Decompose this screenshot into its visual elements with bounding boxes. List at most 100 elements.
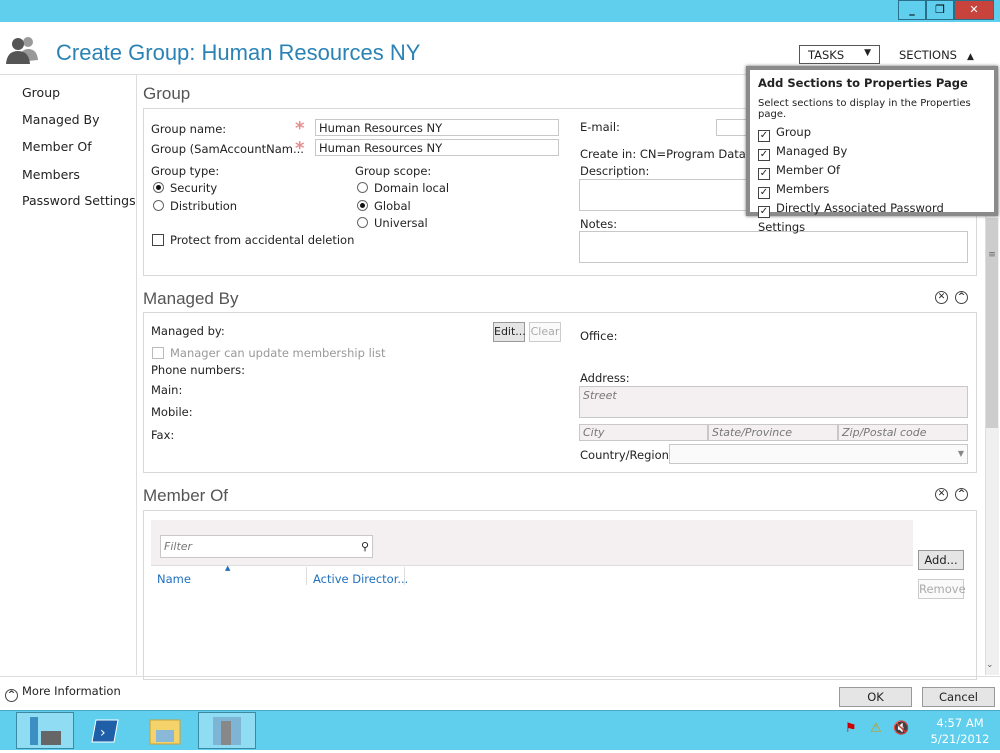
column-header-ad[interactable]: Active Director... <box>313 572 408 586</box>
group-name-label: Group name: <box>151 122 227 136</box>
clock-time: 4:57 AM <box>936 716 984 730</box>
radio-security[interactable]: Security <box>153 181 217 195</box>
radio-label: Distribution <box>170 199 238 213</box>
add-button[interactable]: Add... <box>918 550 964 570</box>
country-label: Country/Region: <box>580 448 673 462</box>
radio-label: Domain local <box>374 181 450 195</box>
checkmark-icon: ✓ <box>758 187 770 199</box>
section-checkbox-group[interactable]: ✓ Group <box>758 123 986 142</box>
column-divider[interactable] <box>306 567 307 585</box>
main-phone-label: Main: <box>151 383 183 397</box>
edit-button[interactable]: Edit... <box>493 322 526 342</box>
nav-item-member-of[interactable]: Member Of <box>22 139 92 154</box>
section-heading-group: Group <box>143 84 191 103</box>
country-dropdown[interactable]: ▼ <box>669 444 968 464</box>
divider <box>0 676 1000 677</box>
radio-universal[interactable]: Universal <box>357 216 428 230</box>
checkmark-icon: ✓ <box>758 130 770 142</box>
scroll-down-icon[interactable]: ⌄ <box>986 660 994 670</box>
checkbox-label: Protect from accidental deletion <box>170 233 355 247</box>
checkbox-label: Group <box>776 125 812 139</box>
sam-account-input[interactable]: Human Resources NY <box>315 139 559 156</box>
section-list: ✓ Group ✓ Managed By ✓ Member Of ✓ Members ✓… <box>758 123 986 237</box>
checkmark-icon: ✓ <box>758 206 770 218</box>
chevron-up-icon: ▲ <box>966 52 974 62</box>
filter-input[interactable]: Filter ⚲ <box>160 535 373 558</box>
radio-domain-local[interactable]: Domain local <box>357 181 449 195</box>
nav-item-password-settings[interactable]: Password Settings <box>22 193 136 208</box>
create-in-label: Create in: <box>580 147 637 161</box>
network-warning-icon[interactable]: ⚠ <box>870 721 882 736</box>
section-checkbox-managed-by[interactable]: ✓ Managed By <box>758 142 986 161</box>
minimize-button[interactable]: _ <box>898 0 926 20</box>
scrollbar-thumb[interactable]: ≡ <box>986 218 998 428</box>
clock[interactable]: 4:57 AM 5/21/2012 <box>920 715 1000 747</box>
checkbox-label: Managed By <box>776 144 848 158</box>
close-button[interactable]: ✕ <box>954 0 994 20</box>
ok-button[interactable]: OK <box>839 687 912 707</box>
group-scope-label: Group scope: <box>355 164 432 178</box>
checkbox-icon <box>152 347 164 359</box>
remove-button[interactable]: Remove <box>918 579 966 599</box>
close-section-icon[interactable]: ✕ <box>935 488 948 501</box>
section-checkbox-member-of[interactable]: ✓ Member Of <box>758 161 986 180</box>
powershell-taskbar-button[interactable]: › <box>78 712 136 749</box>
popup-subtitle: Select sections to display in the Proper… <box>758 98 971 120</box>
nav-item-members[interactable]: Members <box>22 167 80 182</box>
file-explorer-taskbar-button[interactable] <box>136 712 194 749</box>
folder-icon <box>149 719 181 745</box>
restore-button[interactable]: ❐ <box>926 0 954 20</box>
group-name-input[interactable]: Human Resources NY <box>315 119 559 136</box>
cancel-button[interactable]: Cancel <box>922 687 995 707</box>
volume-muted-icon[interactable]: 🔇 <box>893 721 909 736</box>
action-center-flag-icon[interactable]: ⚑ <box>845 721 857 736</box>
ad-admin-center-icon <box>213 717 241 745</box>
street-input[interactable]: Street <box>579 386 968 418</box>
clear-button[interactable]: Clear <box>529 322 561 342</box>
address-label: Address: <box>580 371 630 385</box>
zip-input[interactable]: Zip/Postal code <box>838 424 968 441</box>
sections-label: SECTIONS <box>899 48 957 62</box>
title-bar <box>0 0 1000 22</box>
radio-distribution[interactable]: Distribution <box>153 199 237 213</box>
sections-button[interactable]: SECTIONS ▲ <box>899 48 974 62</box>
radio-global[interactable]: Global <box>357 199 411 213</box>
column-header-name[interactable]: Name <box>157 572 191 586</box>
city-input[interactable]: City <box>579 424 708 441</box>
radio-icon <box>357 217 368 228</box>
section-checkbox-members[interactable]: ✓ Members <box>758 180 986 199</box>
checkmark-icon: ✓ <box>758 149 770 161</box>
filter-placeholder: Filter <box>164 540 193 553</box>
nav-item-managed-by[interactable]: Managed By <box>22 112 100 127</box>
sam-account-label: Group (SamAccountNam... <box>151 142 304 156</box>
chevron-down-icon: ▼ <box>957 449 964 458</box>
server-manager-taskbar-button[interactable] <box>16 712 74 749</box>
manager-update-checkbox[interactable]: Manager can update membership list <box>152 346 385 360</box>
collapse-section-icon[interactable]: ^ <box>955 291 968 304</box>
tasks-dropdown[interactable]: TASKS ▼ <box>799 45 880 64</box>
group-icon <box>6 37 38 64</box>
radio-icon <box>357 200 368 211</box>
radio-label: Global <box>374 199 411 213</box>
page-title: Create Group: Human Resources NY <box>56 40 421 65</box>
column-divider[interactable] <box>404 567 405 585</box>
office-label: Office: <box>580 329 618 343</box>
ad-admin-center-taskbar-button[interactable] <box>198 712 256 749</box>
description-input[interactable] <box>579 179 749 211</box>
section-heading-member-of: Member Of <box>143 486 229 505</box>
checkbox-label: Members <box>776 182 830 196</box>
collapse-section-icon[interactable]: ^ <box>955 488 968 501</box>
svg-text:›: › <box>100 725 106 741</box>
nav-item-group[interactable]: Group <box>22 85 60 100</box>
state-input[interactable]: State/Province <box>708 424 838 441</box>
grip-icon: ≡ <box>988 250 996 260</box>
checkbox-label: Directly Associated Password Settings <box>758 201 944 234</box>
checkbox-icon <box>152 234 164 246</box>
close-section-icon[interactable]: ✕ <box>935 291 948 304</box>
more-information-toggle[interactable]: ^ More Information <box>5 684 121 702</box>
radio-icon <box>153 182 164 193</box>
protect-deletion-checkbox[interactable]: Protect from accidental deletion <box>152 233 354 247</box>
popup-title: Add Sections to Properties Page <box>758 76 968 90</box>
section-checkbox-password-settings[interactable]: ✓ Directly Associated Password Settings <box>758 199 986 237</box>
radio-label: Universal <box>374 216 428 230</box>
